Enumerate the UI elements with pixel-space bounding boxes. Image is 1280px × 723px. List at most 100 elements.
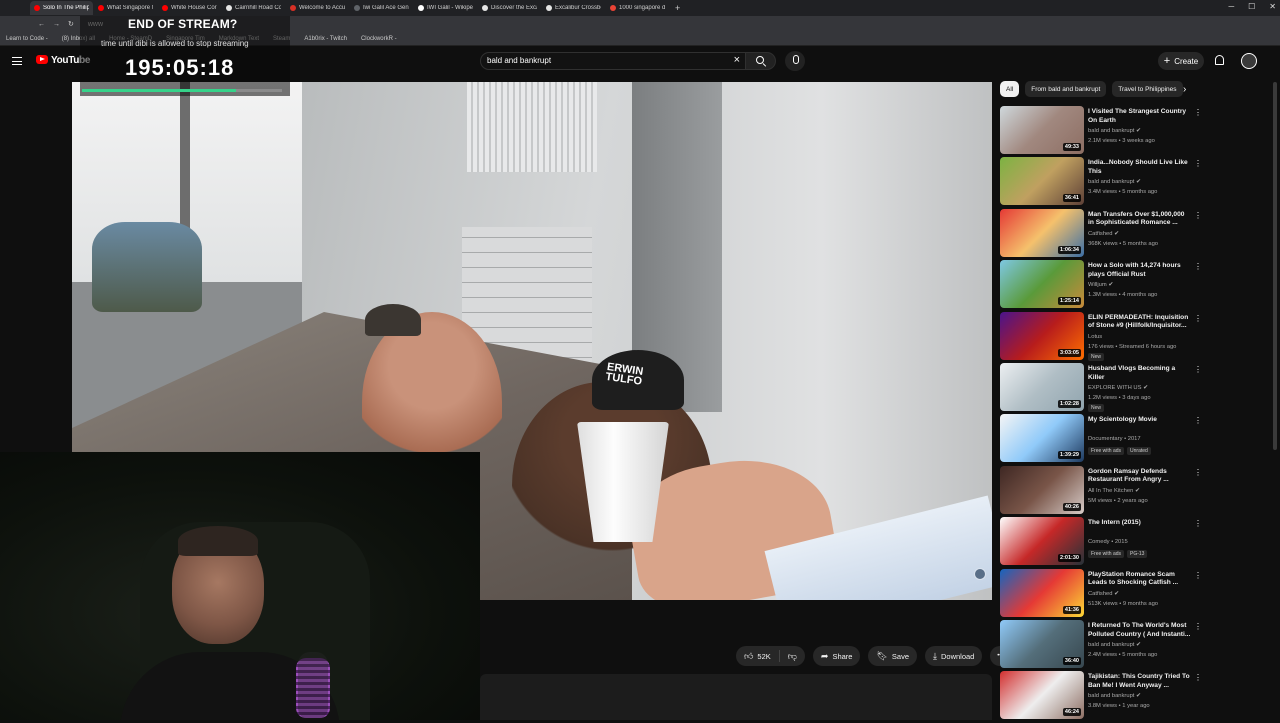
video-title[interactable]: Man Transfers Over $1,000,000 in Sophist…: [1088, 211, 1192, 228]
video-title[interactable]: Tajikistan: This Country Tried To Ban Me…: [1088, 673, 1192, 690]
video-title[interactable]: I Visited The Strangest Country On Earth: [1088, 108, 1192, 125]
channel-name[interactable]: Catfished ✔︎: [1088, 591, 1119, 597]
video-thumbnail[interactable]: 2:01:30: [1000, 517, 1084, 566]
video-thumbnail[interactable]: 1:06:34: [1000, 208, 1084, 257]
recommendation-item[interactable]: 40:26 Gordon Ramsay Defends Restaurant Fr…: [1000, 465, 1202, 517]
reload-icon[interactable]: ↻: [68, 20, 74, 28]
more-options-icon[interactable]: ⋮: [1194, 108, 1202, 117]
youtube-logo-icon[interactable]: [36, 55, 48, 64]
browser-tab[interactable]: Welcome to Accuracy Inter: [286, 1, 349, 15]
channel-name[interactable]: EXPLORE WITH US ✔︎: [1088, 385, 1148, 391]
channel-watermark-icon[interactable]: [974, 568, 986, 580]
video-title[interactable]: Husband Vlogs Becoming a Killer: [1088, 365, 1192, 382]
more-options-icon[interactable]: ⋮: [1194, 211, 1202, 220]
more-options-icon[interactable]: ⋮: [1194, 365, 1202, 374]
recommendation-item[interactable]: 1:25:14 How a Solo with 14,274 hours play…: [1000, 260, 1202, 311]
maximize-icon[interactable]: ☐: [1248, 2, 1255, 11]
channel-name[interactable]: All In The Kitchen ✔︎: [1088, 488, 1140, 494]
video-thumbnail[interactable]: 36:40: [1000, 619, 1084, 668]
video-thumbnail[interactable]: 40:26: [1000, 465, 1084, 514]
recommendation-item[interactable]: 36:40 I Returned To The World's Most Poll…: [1000, 619, 1202, 671]
like-button[interactable]: 👍︎ 52K: [736, 646, 779, 666]
video-title[interactable]: I Returned To The World's Most Polluted …: [1088, 622, 1192, 639]
channel-name[interactable]: bald and bankrupt ✔︎: [1088, 179, 1141, 185]
filter-chip[interactable]: From bald and bankrupt: [1025, 81, 1107, 97]
search-input[interactable]: bald and bankrupt ×: [480, 52, 746, 70]
channel-name[interactable]: Documentary • 2017: [1088, 436, 1141, 442]
video-thumbnail[interactable]: 3:03:05: [1000, 311, 1084, 360]
video-title[interactable]: India...Nobody Should Live Like This: [1088, 159, 1192, 176]
more-options-icon[interactable]: ⋮: [1194, 314, 1202, 323]
browser-tab[interactable]: What Singapore Nightlife L: [94, 1, 157, 15]
channel-name[interactable]: bald and bankrupt ✔︎: [1088, 642, 1141, 648]
video-title[interactable]: How a Solo with 14,274 hours plays Offic…: [1088, 262, 1192, 279]
more-options-icon[interactable]: ⋮: [1194, 519, 1202, 528]
bookmark-item[interactable]: A1b0rix - Twitch: [304, 36, 347, 42]
account-avatar[interactable]: [1241, 53, 1257, 69]
browser-tab[interactable]: White House Correspondei: [158, 1, 221, 15]
share-button[interactable]: ➦ Share: [812, 646, 861, 666]
video-thumbnail[interactable]: 46:24: [1000, 671, 1084, 720]
video-title[interactable]: ELIN PERMADEATH: Inquisition of Stone #9…: [1088, 314, 1192, 331]
video-title[interactable]: My Scientology Movie: [1088, 416, 1192, 425]
more-options-icon[interactable]: ⋮: [1194, 622, 1202, 631]
browser-tab[interactable]: 1000 singapore dollars to p: [606, 1, 669, 15]
filter-chip[interactable]: Travel to Philippines: [1112, 81, 1183, 97]
browser-tab[interactable]: Iwi Galil Ace Gen 2 - For Sa: [350, 1, 413, 15]
channel-name[interactable]: Comedy • 2015: [1088, 539, 1128, 545]
more-options-icon[interactable]: ⋮: [1194, 468, 1202, 477]
dislike-button[interactable]: 👎︎: [780, 646, 805, 666]
back-icon[interactable]: ←: [38, 21, 45, 28]
bookmark-item[interactable]: ClockworkR -: [361, 36, 397, 42]
close-window-icon[interactable]: ✕: [1269, 2, 1276, 11]
recommendation-item[interactable]: 2:01:30 The Intern (2015) Comedy • 2015 Fre…: [1000, 517, 1202, 568]
video-description-box[interactable]: [480, 674, 992, 720]
recommendation-item[interactable]: 1:39:29 My Scientology Movie Documentary •…: [1000, 414, 1202, 465]
more-options-icon[interactable]: ⋮: [1194, 416, 1202, 425]
video-title[interactable]: The Intern (2015): [1088, 519, 1192, 528]
forward-icon[interactable]: →: [53, 21, 60, 28]
voice-search-mic-icon[interactable]: [785, 51, 805, 71]
bookmark-item[interactable]: Learn to Code -: [6, 36, 48, 42]
browser-tab[interactable]: Solo In The Philippine's Mo: [30, 1, 93, 15]
recommendation-item[interactable]: 1:02:28 Husband Vlogs Becoming a Killer EX…: [1000, 362, 1202, 414]
more-options-icon[interactable]: ⋮: [1194, 262, 1202, 271]
minimize-icon[interactable]: ─: [1228, 2, 1234, 11]
search-query[interactable]: bald and bankrupt: [487, 56, 551, 65]
new-tab-button[interactable]: +: [675, 3, 680, 13]
video-thumbnail[interactable]: 1:02:28: [1000, 362, 1084, 411]
channel-name[interactable]: Willjum ✔︎: [1088, 282, 1113, 288]
channel-name[interactable]: bald and bankrupt ✔︎: [1088, 128, 1141, 134]
video-thumbnail[interactable]: 1:39:29: [1000, 414, 1084, 463]
recommendation-item[interactable]: 46:24 Tajikistan: This Country Tried To B…: [1000, 671, 1202, 722]
video-thumbnail[interactable]: 1:25:14: [1000, 260, 1084, 309]
video-thumbnail[interactable]: 36:41: [1000, 157, 1084, 206]
recommendation-item[interactable]: 41:36 PlayStation Romance Scam Leads to S…: [1000, 568, 1202, 620]
recommendation-item[interactable]: 49:33 I Visited The Strangest Country On …: [1000, 106, 1202, 157]
video-title[interactable]: PlayStation Romance Scam Leads to Shocki…: [1088, 571, 1192, 588]
channel-name[interactable]: Lotus: [1088, 334, 1102, 340]
browser-tab[interactable]: Discover the Excalibur Mag: [478, 1, 541, 15]
more-options-icon[interactable]: ⋮: [1194, 159, 1202, 168]
filter-chip[interactable]: All: [1000, 81, 1020, 97]
channel-name[interactable]: Catfished ✔︎: [1088, 231, 1119, 237]
video-thumbnail[interactable]: 41:36: [1000, 568, 1084, 617]
hamburger-menu-icon[interactable]: [12, 57, 22, 65]
video-thumbnail[interactable]: 49:33: [1000, 106, 1084, 154]
recommendation-item[interactable]: 36:41 India...Nobody Should Live Like Thi…: [1000, 157, 1202, 208]
notifications-bell-icon[interactable]: [1215, 55, 1224, 65]
chevron-right-icon[interactable]: ›: [1183, 84, 1186, 95]
browser-tab[interactable]: Cairnhill Road Conservatio: [222, 1, 285, 15]
save-button[interactable]: 🔖︎ Save: [868, 646, 918, 666]
browser-tab[interactable]: Excalibur Crossbows From: [542, 1, 605, 15]
download-button[interactable]: ⤓ Download: [925, 646, 983, 666]
recommendation-item[interactable]: 1:06:34 Man Transfers Over $1,000,000 in …: [1000, 208, 1202, 260]
browser-tab[interactable]: IWI Galil - Wikipedia: [414, 1, 477, 15]
channel-name[interactable]: bald and bankrupt ✔︎: [1088, 693, 1141, 699]
create-button[interactable]: + Create: [1158, 52, 1204, 70]
page-scrollbar[interactable]: [1273, 82, 1277, 450]
clear-search-icon[interactable]: ×: [734, 54, 740, 66]
more-options-icon[interactable]: ⋮: [1194, 673, 1202, 682]
video-title[interactable]: Gordon Ramsay Defends Restaurant From An…: [1088, 468, 1192, 485]
recommendation-item[interactable]: 3:03:05 ELIN PERMADEATH: Inquisition of S…: [1000, 311, 1202, 363]
